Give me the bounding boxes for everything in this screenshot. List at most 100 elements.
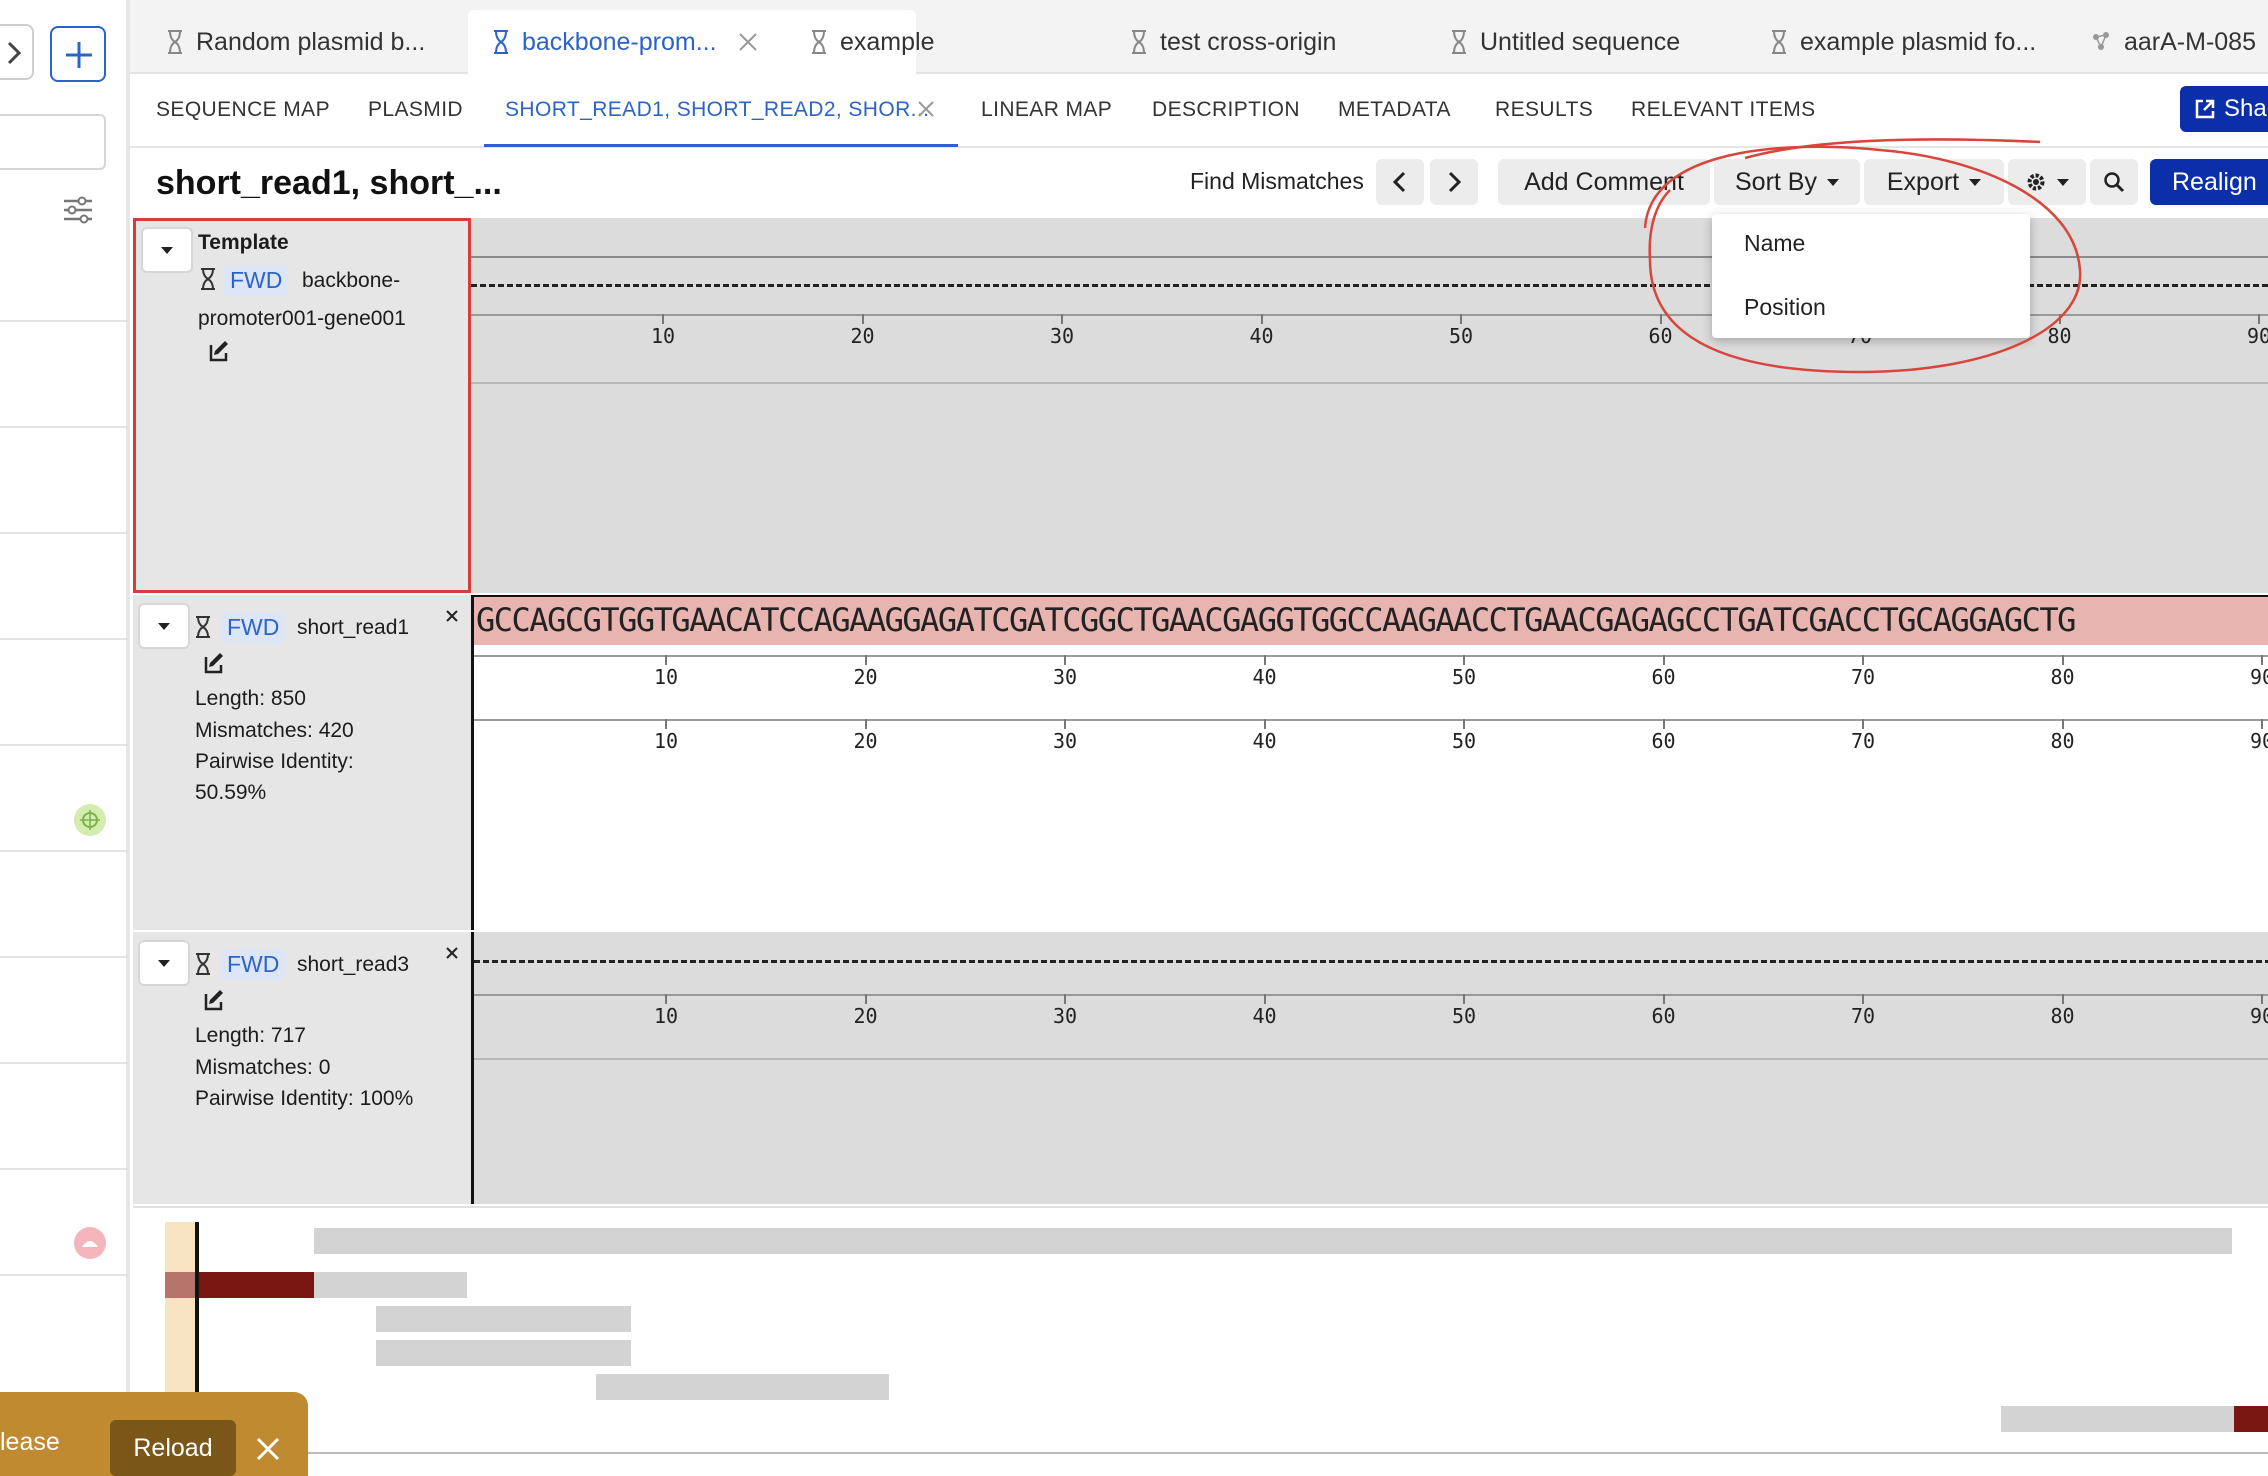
ruler-tick xyxy=(1862,719,1864,729)
ruler-tick xyxy=(1862,655,1864,665)
search-icon xyxy=(2104,172,2125,193)
filter-icon[interactable] xyxy=(62,196,94,224)
edit-icon[interactable] xyxy=(208,339,232,363)
edit-icon[interactable] xyxy=(203,651,227,675)
realign-label: Realign xyxy=(2172,167,2257,196)
ruler-tick-label: 30 xyxy=(1052,1004,1078,1028)
overview-read-bar[interactable] xyxy=(2234,1406,2268,1432)
collapse-button[interactable] xyxy=(138,603,190,649)
ruler-tick-label: 80 xyxy=(2047,324,2072,348)
tab-linear-map[interactable]: LINEAR MAP xyxy=(981,98,1112,122)
hourglass-icon xyxy=(196,616,210,638)
export-button[interactable]: Export xyxy=(1864,159,2004,205)
overview-viewport[interactable] xyxy=(165,1222,199,1402)
add-comment-button[interactable]: Add Comment xyxy=(1498,159,1710,205)
doc-tab-example-plasmid[interactable]: example plasmid fo... xyxy=(1770,10,2036,74)
toast-message: lease xyxy=(0,1428,60,1456)
close-icon[interactable] xyxy=(255,1436,281,1462)
close-tab-icon[interactable] xyxy=(917,100,935,118)
doc-tab-label: aarA-M-085 xyxy=(2124,27,2256,56)
settings-button[interactable] xyxy=(2008,159,2086,205)
reload-label: Reload xyxy=(133,1433,213,1462)
close-icon[interactable] xyxy=(445,609,459,623)
ruler xyxy=(474,994,2268,996)
ruler-tick xyxy=(665,655,667,665)
overview-axis xyxy=(133,1452,2268,1454)
read-identity: 50.59% xyxy=(195,781,267,804)
ruler-tick-label: 40 xyxy=(1252,729,1277,753)
ruler-tick xyxy=(2058,314,2061,324)
sidebar-search-input[interactable] xyxy=(0,114,106,170)
add-button[interactable] xyxy=(50,26,106,82)
tab-alignment[interactable]: SHORT_READ1, SHORT_READ2, SHOR... xyxy=(505,98,929,122)
ruler-tick xyxy=(1263,994,1266,1004)
doc-tab-untitled-sequence[interactable]: Untitled sequence xyxy=(1450,10,1680,74)
reload-button[interactable]: Reload xyxy=(110,1420,236,1476)
doc-tab-label: Random plasmid b... xyxy=(196,27,426,56)
search-button[interactable] xyxy=(2090,159,2138,205)
sort-by-button[interactable]: Sort By xyxy=(1714,159,1860,205)
sort-by-name-option[interactable]: Name xyxy=(1744,230,1805,257)
doc-tab-label: test cross-origin xyxy=(1160,27,1337,56)
close-tab-icon[interactable] xyxy=(737,31,759,53)
doc-tab-random-plasmid[interactable]: Random plasmid b... xyxy=(166,10,425,74)
tab-plasmid[interactable]: PLASMID xyxy=(368,98,463,122)
ruler xyxy=(474,1058,2268,1060)
ruler-tick xyxy=(1662,994,1665,1004)
read-length: Length: 717 xyxy=(195,1024,306,1047)
expand-sidebar-button[interactable] xyxy=(0,24,34,80)
read-identity: Pairwise Identity: xyxy=(195,750,354,773)
template-heading: Template xyxy=(198,231,289,254)
ruler-tick-label: 10 xyxy=(653,729,679,753)
doc-tab-label: Untitled sequence xyxy=(1480,27,1681,56)
tab-description[interactable]: DESCRIPTION xyxy=(1152,98,1300,122)
caret-down-icon xyxy=(2057,178,2069,186)
doc-tab-label: example plasmid fo... xyxy=(1800,27,2037,56)
doc-tab-example[interactable]: example xyxy=(810,10,935,74)
doc-tab-label: example xyxy=(840,27,935,56)
ruler-tick xyxy=(662,314,664,324)
overview-read-bar[interactable] xyxy=(2001,1406,2234,1432)
overview-read-bar[interactable] xyxy=(376,1306,631,1332)
ruler-tick xyxy=(1659,314,1662,324)
tab-results[interactable]: RESULTS xyxy=(1495,98,1593,122)
ruler-tick xyxy=(1061,314,1063,324)
realign-button[interactable]: Realign xyxy=(2150,159,2268,205)
collapse-button[interactable] xyxy=(141,227,193,273)
ruler-tick-label: 90 xyxy=(2246,324,2268,348)
hourglass-icon xyxy=(201,268,215,290)
previous-mismatch-button[interactable] xyxy=(1376,159,1424,205)
sort-by-menu: Name Position xyxy=(1712,214,2030,338)
read-identity: Pairwise Identity: 100% xyxy=(195,1087,414,1110)
ruler-tick xyxy=(1662,719,1665,729)
share-button[interactable]: Sha xyxy=(2180,86,2268,132)
close-icon[interactable] xyxy=(445,946,459,960)
next-mismatch-button[interactable] xyxy=(1430,159,1478,205)
ruler-tick-label: 10 xyxy=(653,1004,679,1028)
molecule-icon xyxy=(2093,32,2109,50)
ruler-tick-label: 80 xyxy=(2050,665,2075,689)
overview-read-bar[interactable] xyxy=(314,1228,2232,1254)
sort-by-position-option[interactable]: Position xyxy=(1744,294,1826,321)
collapse-button[interactable] xyxy=(138,940,190,986)
edit-icon[interactable] xyxy=(203,988,227,1012)
chevron-left-icon xyxy=(1392,171,1406,193)
overview-read-bar[interactable] xyxy=(314,1272,467,1298)
overview-read-bar[interactable] xyxy=(199,1272,314,1298)
tab-relevant-items[interactable]: RELEVANT ITEMS xyxy=(1631,98,1816,122)
sort-by-label: Sort By xyxy=(1735,167,1817,196)
caret-down-icon xyxy=(158,622,170,630)
chevron-right-icon xyxy=(1448,171,1462,193)
doc-tab-test-cross-origin[interactable]: test cross-origin xyxy=(1130,10,1336,74)
tab-sequence-map[interactable]: SEQUENCE MAP xyxy=(156,98,330,122)
hourglass-icon xyxy=(196,953,210,975)
overview-read-bar[interactable] xyxy=(376,1340,631,1366)
ruler-tick-label: 30 xyxy=(1052,665,1078,689)
overview-read-bar[interactable] xyxy=(596,1374,889,1400)
ruler-tick xyxy=(1064,994,1066,1004)
ruler-tick-label: 50 xyxy=(1448,324,1474,348)
overview-read-bar[interactable] xyxy=(165,1272,195,1298)
tab-metadata[interactable]: METADATA xyxy=(1338,98,1451,122)
read-length: Length: 850 xyxy=(195,687,306,710)
doc-tab-aara[interactable]: aarA-M-085 xyxy=(2090,10,2256,74)
